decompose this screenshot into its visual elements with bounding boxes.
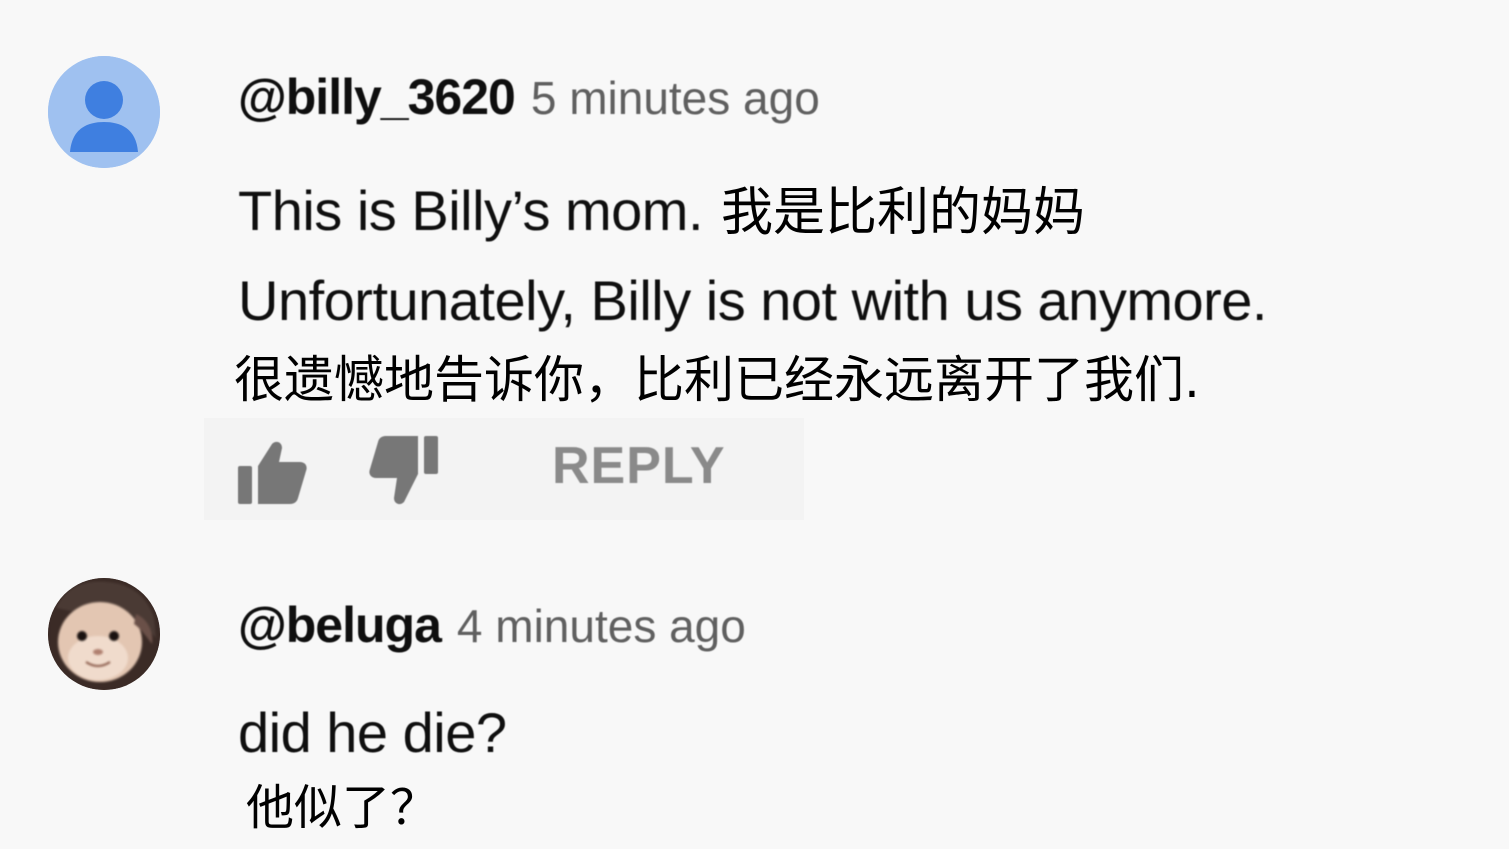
comment-text-english: This is Billy’s mom. xyxy=(238,179,704,242)
thumbs-down-icon xyxy=(369,436,438,505)
cat-face-avatar xyxy=(48,578,160,690)
comment-timestamp[interactable]: 4 minutes ago xyxy=(457,600,746,652)
dislike-button[interactable] xyxy=(368,434,440,511)
subtitle-chinese: 我是比利的妈妈 xyxy=(721,183,1086,243)
author-avatar[interactable] xyxy=(48,578,160,690)
author-name[interactable]: @beluga xyxy=(238,597,442,653)
subtitle-chinese: 很遗憾地告诉你，比利已经永远离开了我们. xyxy=(234,351,1200,409)
comment-header: @billy_3620 5 minutes ago xyxy=(238,68,820,126)
comment-header: @beluga 4 minutes ago xyxy=(238,596,746,654)
author-avatar[interactable] xyxy=(48,56,160,168)
default-person-icon xyxy=(48,56,160,168)
comment-timestamp[interactable]: 5 minutes ago xyxy=(531,72,820,124)
subtitle-chinese: 他似了？ xyxy=(246,780,439,836)
author-name[interactable]: @billy_3620 xyxy=(238,69,516,125)
like-button[interactable] xyxy=(236,440,308,511)
comment-item: @billy_3620 5 minutes ago This is Billy’s… xyxy=(0,0,1509,540)
comment-action-bar: REPLY xyxy=(204,418,804,520)
comment-text-line: This is Billy’s mom. 我是比利的妈妈 xyxy=(238,170,1085,245)
comment-item: @beluga 4 minutes ago did he die? 他似了？ xyxy=(0,560,1509,849)
thumbs-up-icon xyxy=(238,441,307,504)
comment-text-english: did he die? xyxy=(238,701,507,764)
reply-button[interactable]: REPLY xyxy=(552,436,726,496)
comment-text-english: Unfortunately, Billy is not with us anym… xyxy=(238,269,1267,332)
